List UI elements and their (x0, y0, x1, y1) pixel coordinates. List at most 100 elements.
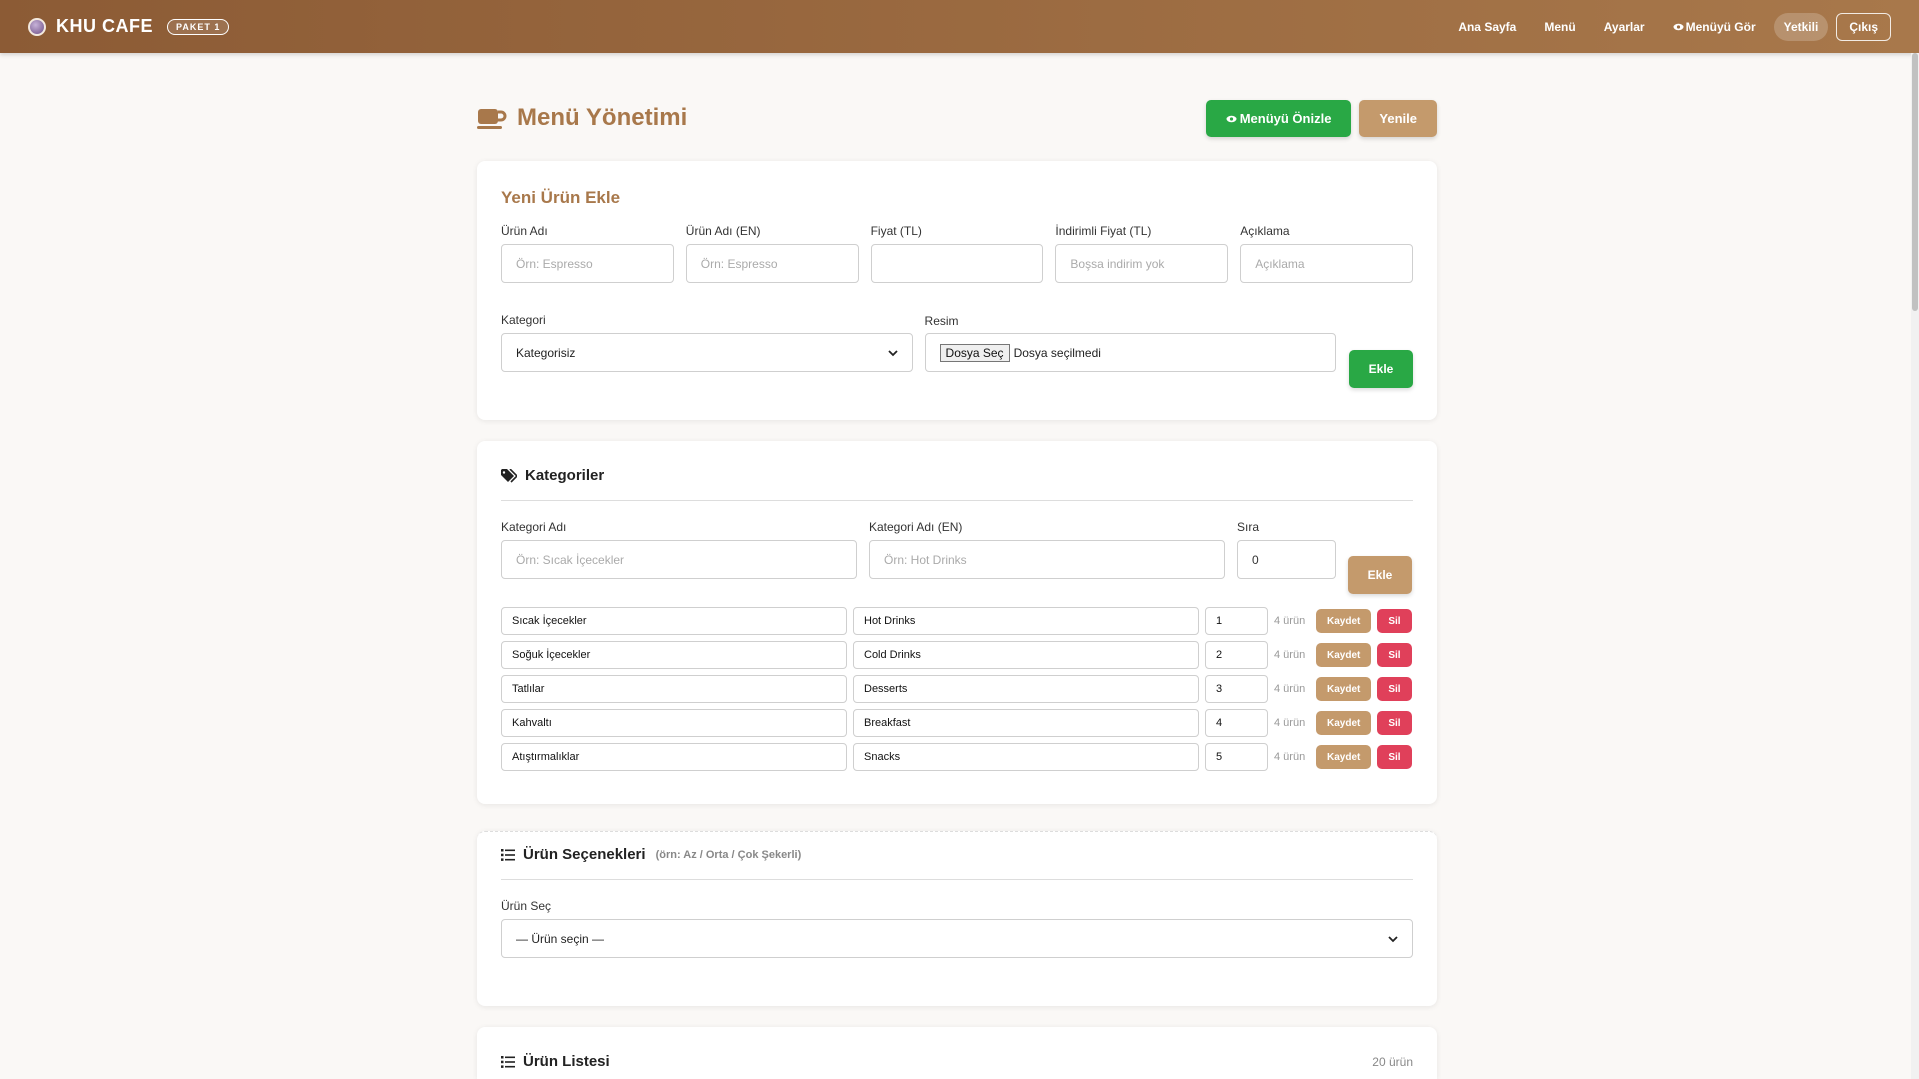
coffee-cup-icon (477, 109, 507, 129)
category-row: Soğuk İçecekler Cold Drinks 2 4 ürün Kay… (501, 641, 1413, 669)
save-category-button[interactable]: Kaydet (1316, 711, 1372, 735)
category-row: Kahvaltı Breakfast 4 4 ürün Kaydet Sil (501, 709, 1413, 737)
category-name-group: Kategori Adı (501, 520, 857, 579)
save-category-button[interactable]: Kaydet (1316, 745, 1372, 769)
category-row-name-input[interactable]: Soğuk İçecekler (501, 641, 847, 669)
category-row-name-input[interactable]: Kahvaltı (501, 709, 847, 737)
category-row: Sıcak İçecekler Hot Drinks 1 4 ürün Kayd… (501, 607, 1413, 635)
category-row-order-input[interactable]: 4 (1205, 709, 1268, 737)
category-row: Tatlılar Desserts 3 4 ürün Kaydet Sil (501, 675, 1413, 703)
category-row-name-en-input[interactable]: Desserts (853, 675, 1199, 703)
eye-icon (1673, 24, 1684, 31)
preview-menu-label: Menüyü Önizle (1239, 110, 1332, 126)
price-group: Fiyat (TL) (870, 224, 1044, 283)
options-header: Ürün Seçenekleri (örn: Az / Orta / Çok Ş… (501, 832, 1413, 863)
category-row-order-input[interactable]: 5 (1205, 743, 1268, 771)
category-row-name-en-input[interactable]: Breakfast (853, 709, 1199, 737)
category-select-value: Kategorisiz (516, 345, 576, 360)
image-group: Resim Dosya Seç Dosya seçilmedi (924, 314, 1337, 372)
category-order-group: Sıra (1237, 520, 1336, 579)
file-status: Dosya seçilmedi (1013, 345, 1101, 360)
page-scrollbar[interactable] (1911, 53, 1919, 1079)
delete-category-button[interactable]: Sil (1377, 711, 1412, 735)
page-header: Menü Yönetimi Menüyü Önizle Yenile (477, 99, 1437, 137)
category-row-name-input[interactable]: Sıcak İçecekler (501, 607, 847, 635)
category-product-count: 4 ürün (1274, 717, 1306, 729)
list-icon (501, 1055, 515, 1068)
category-product-count: 4 ürün (1274, 615, 1306, 627)
brand[interactable]: KHU CAFE PAKET 1 (28, 16, 230, 37)
category-name-en-label: Kategori Adı (EN) (869, 520, 963, 534)
nav-menu-link[interactable]: Menü (1534, 13, 1585, 41)
category-group: Kategori Kategorisiz (501, 313, 913, 372)
cafe-logo-icon (28, 17, 46, 36)
product-name-label: Ürün Adı (501, 224, 548, 238)
image-file-input[interactable]: Dosya Seç Dosya seçilmedi (924, 333, 1337, 372)
add-product-button[interactable]: Ekle (1349, 350, 1413, 388)
save-category-button[interactable]: Kaydet (1316, 677, 1372, 701)
category-name-en-input[interactable] (869, 540, 1225, 579)
chevron-down-icon (1388, 935, 1398, 942)
nav-role-pill[interactable]: Yetkili (1773, 12, 1829, 41)
delete-category-button[interactable]: Sil (1377, 643, 1412, 667)
product-name-group: Ürün Adı (501, 224, 674, 283)
product-name-en-input[interactable] (685, 244, 859, 283)
refresh-button[interactable]: Yenile (1359, 99, 1437, 137)
eye-icon (1226, 115, 1237, 123)
save-category-button[interactable]: Kaydet (1316, 643, 1372, 667)
nav-home-link[interactable]: Ana Sayfa (1448, 13, 1526, 41)
delete-category-button[interactable]: Sil (1377, 677, 1412, 701)
category-row-name-en-input[interactable]: Cold Drinks (853, 641, 1199, 669)
add-product-title: Yeni Ürün Ekle (501, 188, 621, 207)
product-list-count: 20 ürün (1372, 1054, 1413, 1069)
category-product-count: 4 ürün (1274, 683, 1306, 695)
category-name-label: Kategori Adı (501, 520, 567, 534)
category-name-input[interactable] (501, 540, 857, 579)
price-label: Fiyat (TL) (870, 224, 922, 238)
category-row-name-en-input[interactable]: Hot Drinks (853, 607, 1199, 635)
category-order-input[interactable] (1237, 540, 1336, 579)
list-icon (501, 848, 515, 861)
category-form-row: Kategori Adı Kategori Adı (EN) Sıra Ekle (501, 520, 1413, 594)
discount-price-input[interactable] (1055, 244, 1229, 283)
category-select[interactable]: Kategorisiz (501, 333, 913, 372)
scrollbar-thumb[interactable] (1912, 53, 1918, 311)
logout-button[interactable]: Çıkış (1836, 12, 1891, 41)
category-row-order-input[interactable]: 2 (1205, 641, 1268, 669)
product-list-header: Ürün Listesi 20 ürün (501, 1027, 1413, 1070)
option-product-label: Ürün Seç (501, 899, 552, 913)
nav-view-menu-link[interactable]: Menüyü Gör (1663, 13, 1766, 41)
preview-menu-button[interactable]: Menüyü Önizle (1205, 99, 1352, 137)
product-name-en-label: Ürün Adı (EN) (685, 224, 761, 238)
product-fields-row: Ürün Adı Ürün Adı (EN) Fiyat (TL) İndiri… (501, 224, 1413, 283)
choose-file-button[interactable]: Dosya Seç (939, 343, 1010, 362)
product-category-row: Kategori Kategorisiz Resim Dosya Seç Dos… (501, 313, 1413, 388)
price-input[interactable] (870, 244, 1044, 283)
options-title: Ürün Seçenekleri (523, 846, 646, 863)
brand-name: KHU CAFE (56, 16, 153, 36)
nav-view-menu-label: Menüyü Gör (1685, 19, 1756, 34)
description-input[interactable] (1240, 244, 1413, 283)
discount-group: İndirimli Fiyat (TL) (1055, 224, 1229, 283)
description-group: Açıklama (1240, 224, 1413, 283)
product-list-title: Ürün Listesi (523, 1053, 610, 1070)
option-product-select[interactable]: — Ürün seçin — (501, 919, 1413, 958)
option-product-select-value: — Ürün seçin — (516, 931, 605, 946)
product-name-input[interactable] (501, 244, 674, 283)
category-row-order-input[interactable]: 1 (1205, 607, 1268, 635)
description-label: Açıklama (1240, 224, 1290, 238)
category-row-name-en-input[interactable]: Snacks (853, 743, 1199, 771)
delete-category-button[interactable]: Sil (1377, 745, 1412, 769)
discount-label: İndirimli Fiyat (TL) (1055, 224, 1152, 238)
add-product-card: Yeni Ürün Ekle Ürün Adı Ürün Adı (EN) Fi… (477, 161, 1437, 420)
category-row-name-input[interactable]: Tatlılar (501, 675, 847, 703)
category-row-name-input[interactable]: Atıştırmalıklar (501, 743, 847, 771)
nav-settings-link[interactable]: Ayarlar (1594, 13, 1655, 41)
product-name-en-group: Ürün Adı (EN) (685, 224, 859, 283)
categories-card: Kategoriler Kategori Adı Kategori Adı (E… (477, 441, 1437, 804)
delete-category-button[interactable]: Sil (1377, 609, 1412, 633)
product-list-title-group: Ürün Listesi (501, 1053, 610, 1070)
category-row-order-input[interactable]: 3 (1205, 675, 1268, 703)
add-category-button[interactable]: Ekle (1348, 556, 1412, 594)
save-category-button[interactable]: Kaydet (1316, 609, 1372, 633)
